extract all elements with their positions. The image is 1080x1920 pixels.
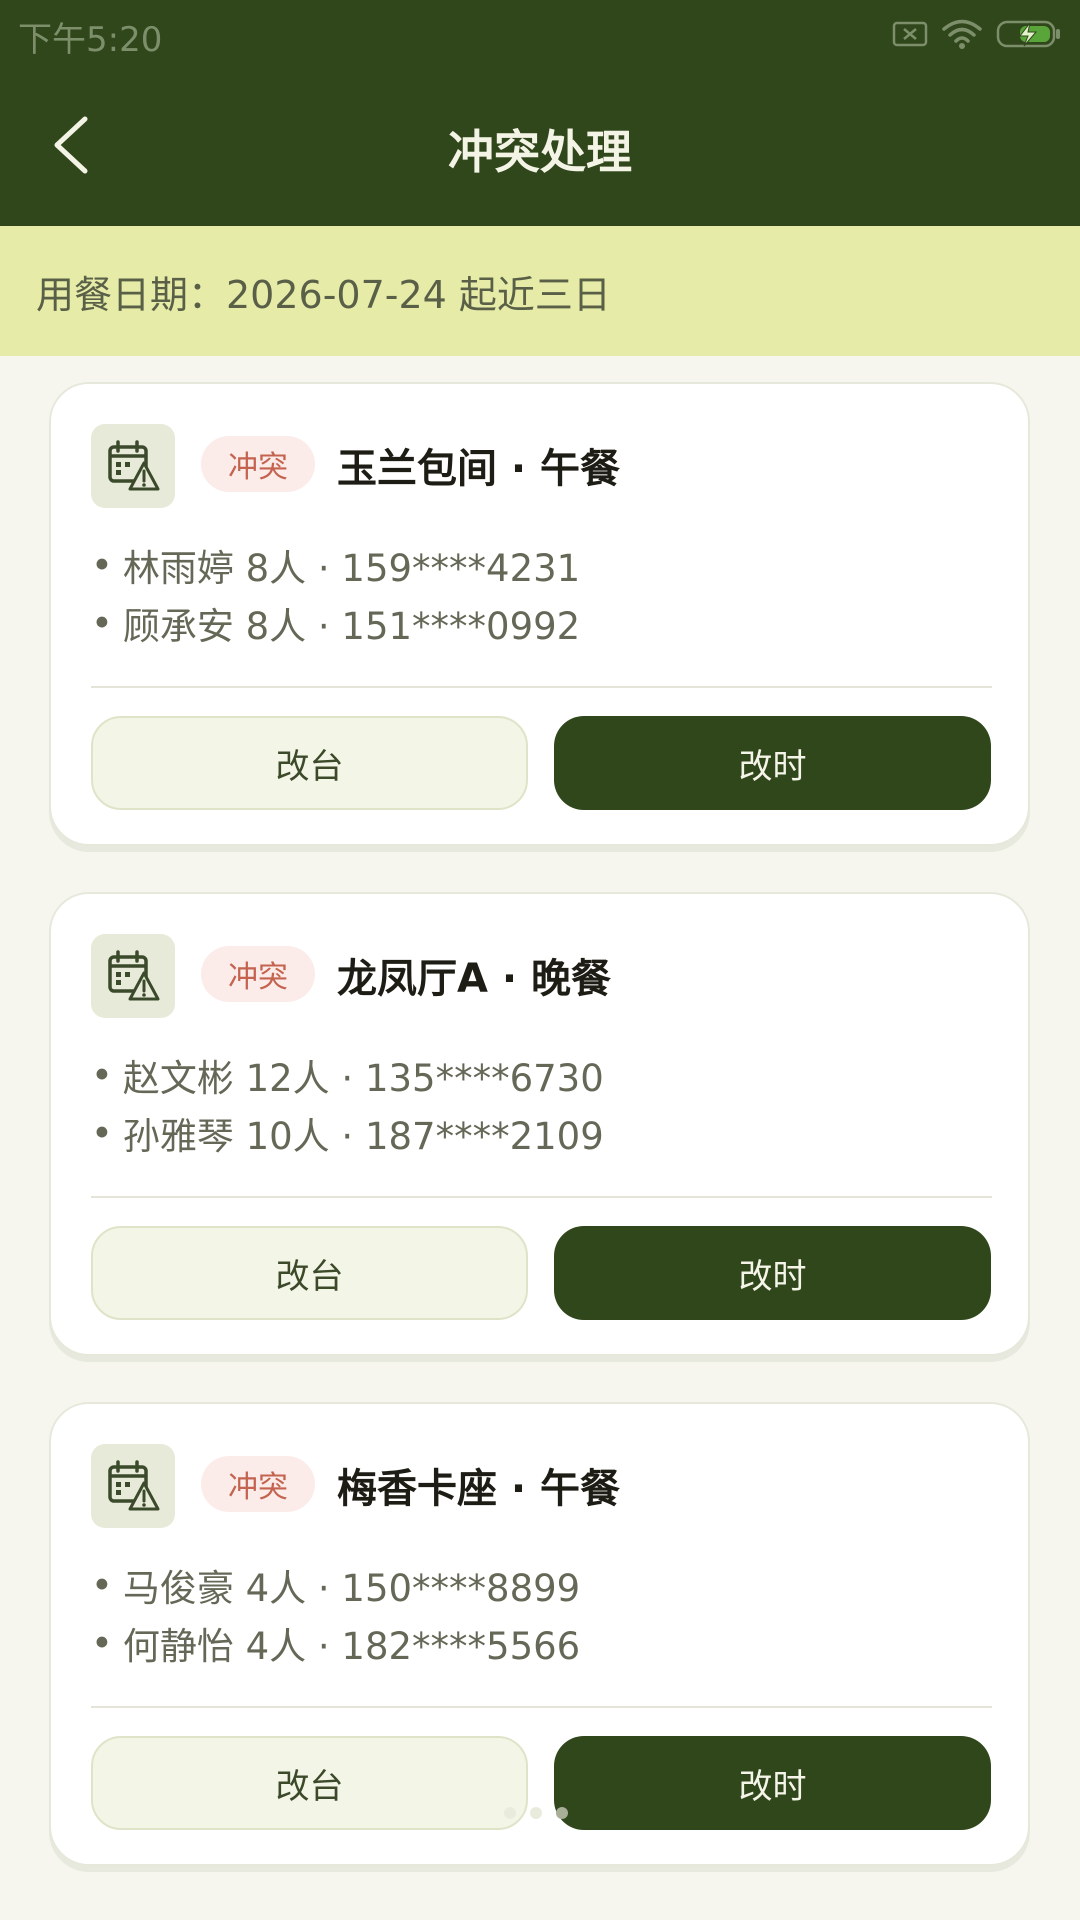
status-bar: 下午5:20 xyxy=(0,0,1080,72)
battery-charging-icon xyxy=(996,18,1062,54)
change-table-button[interactable]: 改台 xyxy=(91,1736,528,1830)
page-title: 冲突处理 xyxy=(448,125,632,179)
conflict-badge: 冲突 xyxy=(201,436,315,492)
page-dot-active xyxy=(556,1807,568,1819)
guest-line: • 赵文彬 12人 · 135****6730 xyxy=(91,1050,604,1101)
calendar-warning-icon xyxy=(91,424,175,508)
app-bar: 冲突处理 xyxy=(0,72,1080,226)
chevron-left-icon xyxy=(49,115,93,179)
guest-info: 赵文彬 12人 · 135****6730 xyxy=(122,1057,604,1100)
bullet: • xyxy=(91,543,113,587)
card-title: 梅香卡座 · 午餐 xyxy=(337,1466,621,1512)
change-time-button[interactable]: 改时 xyxy=(554,1226,991,1320)
card-divider xyxy=(91,686,992,688)
status-time: 下午5:20 xyxy=(18,19,163,60)
guest-info: 孙雅琴 10人 · 187****2109 xyxy=(122,1115,604,1158)
conflict-badge: 冲突 xyxy=(201,946,315,1002)
page-dot xyxy=(504,1807,516,1819)
conflict-card: 冲突 梅香卡座 · 午餐 • 马俊豪 4人 · 150****8899 • 何静… xyxy=(49,1402,1030,1866)
guest-info: 林雨婷 8人 · 159****4231 xyxy=(122,547,581,590)
guest-line: • 林雨婷 8人 · 159****4231 xyxy=(91,540,581,591)
bullet: • xyxy=(91,1111,113,1155)
bullet: • xyxy=(91,1053,113,1097)
sim-x-icon xyxy=(892,20,928,52)
back-button[interactable] xyxy=(36,112,106,182)
card-title: 龙凤厅A · 晚餐 xyxy=(337,956,612,1002)
card-title: 玉兰包间 · 午餐 xyxy=(337,446,621,492)
conflict-card: 冲突 玉兰包间 · 午餐 • 林雨婷 8人 · 159****4231 • 顾承… xyxy=(49,382,1030,846)
page-indicator xyxy=(504,1807,568,1819)
status-icons xyxy=(892,18,1062,54)
change-time-button[interactable]: 改时 xyxy=(554,1736,991,1830)
conflict-card: 冲突 龙凤厅A · 晚餐 • 赵文彬 12人 · 135****6730 • 孙… xyxy=(49,892,1030,1356)
calendar-warning-icon xyxy=(91,1444,175,1528)
change-table-button[interactable]: 改台 xyxy=(91,716,528,810)
date-banner: 用餐日期：2026-07-24 起近三日 xyxy=(0,226,1080,356)
conflict-badge: 冲突 xyxy=(201,1456,315,1512)
bullet: • xyxy=(91,1563,113,1607)
card-divider xyxy=(91,1706,992,1708)
guest-info: 马俊豪 4人 · 150****8899 xyxy=(122,1567,581,1610)
guest-info: 顾承安 8人 · 151****0992 xyxy=(122,605,581,648)
bullet: • xyxy=(91,1621,113,1665)
guest-info: 何静怡 4人 · 182****5566 xyxy=(122,1625,581,1668)
guest-line: • 孙雅琴 10人 · 187****2109 xyxy=(91,1108,604,1159)
guest-line: • 何静怡 4人 · 182****5566 xyxy=(91,1618,581,1669)
bullet: • xyxy=(91,601,113,645)
card-divider xyxy=(91,1196,992,1198)
page-dot xyxy=(530,1807,542,1819)
wifi-icon xyxy=(942,18,982,54)
guest-line: • 顾承安 8人 · 151****0992 xyxy=(91,598,581,649)
change-time-button[interactable]: 改时 xyxy=(554,716,991,810)
change-table-button[interactable]: 改台 xyxy=(91,1226,528,1320)
calendar-warning-icon xyxy=(91,934,175,1018)
guest-line: • 马俊豪 4人 · 150****8899 xyxy=(91,1560,581,1611)
